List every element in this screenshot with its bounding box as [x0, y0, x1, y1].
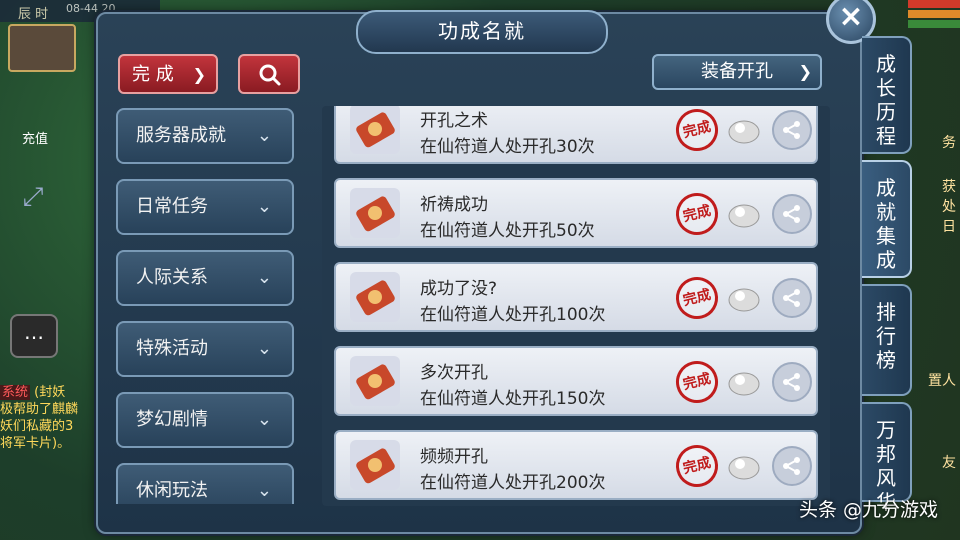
category-list[interactable]: 服务器成就 ⌄ 日常任务 ⌄ 人际关系 ⌄ 特殊活动 ⌄ 梦幻剧情 ⌄ 休闲玩法…: [116, 108, 296, 504]
category-label: 服务器成就: [136, 125, 226, 146]
completed-stamp-icon: 完成: [671, 272, 723, 324]
filter-dropdown[interactable]: 完 成 ❯: [118, 54, 218, 94]
achievement-name: 祈祷成功: [420, 195, 488, 215]
chevron-down-icon: ❯: [798, 62, 812, 81]
share-icon: [783, 457, 800, 475]
scroll-icon: [350, 188, 400, 238]
category-label: 特殊活动: [136, 338, 208, 359]
bg-text: 友: [942, 455, 956, 471]
achievement-desc: 在仙符道人处开孔50次: [420, 221, 595, 241]
tab-achievement-collection[interactable]: 成就集成: [862, 160, 912, 278]
close-icon: ×: [838, 0, 864, 34]
pearl-icon: [728, 288, 760, 312]
category-item[interactable]: 日常任务 ⌄: [116, 179, 294, 235]
pearl-icon: [728, 456, 760, 480]
scroll-icon: [350, 356, 400, 406]
category-item[interactable]: 人际关系 ⌄: [116, 250, 294, 306]
system-line: 极帮助了麒麟: [0, 402, 79, 417]
tab-wanbang-fenghua[interactable]: 万邦风华: [862, 402, 912, 514]
category-item[interactable]: 梦幻剧情 ⌄: [116, 392, 294, 448]
status-bars: [908, 0, 960, 36]
game-clock-label: 辰 时: [18, 7, 49, 22]
system-tag: 系统: [0, 385, 31, 400]
share-icon: [783, 373, 800, 391]
tab-leaderboard[interactable]: 排行榜: [862, 284, 912, 396]
achievement-desc: 在仙符道人处开孔200次: [420, 473, 606, 493]
tab-growth-history[interactable]: 成长历程: [862, 36, 912, 154]
bg-text: 获: [942, 179, 956, 195]
scroll-icon: [350, 440, 400, 490]
category-label: 休闲玩法: [136, 480, 208, 501]
achievement-desc: 在仙符道人处开孔30次: [420, 137, 595, 157]
achievement-card: 成功了没? 在仙符道人处开孔100次 完成: [334, 262, 818, 332]
tab-label: 成就集成: [876, 176, 896, 272]
panel-title: 功成名就: [356, 10, 608, 54]
system-line: 妖们私藏的3: [0, 419, 74, 434]
search-icon: [259, 64, 281, 86]
chevron-down-icon: ❯: [192, 65, 206, 84]
pearl-icon: [728, 120, 760, 144]
chat-icon[interactable]: [10, 314, 58, 358]
achievement-card: 祈祷成功 在仙符道人处开孔50次 完成: [334, 178, 818, 248]
share-button[interactable]: [772, 446, 812, 486]
scroll-icon: [350, 106, 400, 154]
share-button[interactable]: [772, 278, 812, 318]
category-label: 日常任务: [136, 196, 208, 217]
pearl-icon: [728, 204, 760, 228]
category-label: 人际关系: [136, 267, 208, 288]
chevron-down-icon: ⌄: [256, 196, 272, 217]
recharge-label[interactable]: 充值: [22, 128, 48, 147]
category-item[interactable]: 服务器成就 ⌄: [116, 108, 294, 164]
system-line: 将军卡片)。: [0, 436, 71, 451]
bg-text: 日: [942, 219, 956, 235]
achievement-desc: 在仙符道人处开孔100次: [420, 305, 606, 325]
achievement-desc: 在仙符道人处开孔150次: [420, 389, 606, 409]
system-line: (封妖: [34, 385, 66, 400]
system-chat-log: 系统 (封妖 极帮助了麒麟 妖们私藏的3 将军卡片)。: [0, 384, 92, 452]
achievement-card: 开孔之术 在仙符道人处开孔30次 完成: [334, 106, 818, 164]
share-icon: [783, 121, 800, 139]
equip-socket-label: 装备开孔: [701, 61, 773, 82]
achievement-name: 开孔之术: [420, 111, 488, 131]
achievement-card: 频频开孔 在仙符道人处开孔200次 完成: [334, 430, 818, 500]
equip-socket-dropdown[interactable]: 装备开孔 ❯: [652, 54, 822, 90]
completed-stamp-icon: 完成: [671, 356, 723, 408]
share-icon: [783, 289, 800, 307]
chevron-down-icon: ⌄: [256, 267, 272, 288]
bg-text: 处: [942, 199, 956, 215]
share-button[interactable]: [772, 110, 812, 150]
completed-stamp-icon: 完成: [671, 188, 723, 240]
achievement-list[interactable]: 开孔之术 在仙符道人处开孔30次 完成 祈祷成功 在仙符道人处开孔50次 完成 …: [322, 106, 830, 506]
completed-stamp-icon: 完成: [671, 440, 723, 492]
share-icon: [783, 205, 800, 223]
chevron-down-icon: ⌄: [256, 409, 272, 430]
watermark-text: 头条 @九分游戏: [798, 499, 938, 521]
category-label: 梦幻剧情: [136, 409, 208, 430]
achievement-card: 多次开孔 在仙符道人处开孔150次 完成: [334, 346, 818, 416]
bg-text: 置人: [928, 373, 956, 389]
chevron-down-icon: ⌄: [256, 338, 272, 359]
search-button[interactable]: [238, 54, 300, 94]
chevron-down-icon: ⌄: [256, 480, 272, 501]
filter-label: 完 成: [132, 64, 174, 85]
share-button[interactable]: [772, 194, 812, 234]
achievement-name: 频频开孔: [420, 447, 488, 467]
share-button[interactable]: [772, 362, 812, 402]
scroll-icon: [350, 272, 400, 322]
expand-icon[interactable]: ⤢: [16, 182, 50, 216]
achievement-name: 成功了没?: [420, 279, 498, 299]
completed-stamp-icon: 完成: [671, 106, 723, 156]
chevron-down-icon: ⌄: [256, 125, 272, 146]
bg-text: 务: [942, 135, 956, 151]
tab-label: 成长历程: [876, 52, 896, 148]
town-building-icon[interactable]: [8, 24, 76, 72]
pearl-icon: [728, 372, 760, 396]
category-item[interactable]: 休闲玩法 ⌄: [116, 463, 294, 504]
achievement-name: 多次开孔: [420, 363, 488, 383]
tab-label: 排行榜: [876, 300, 896, 372]
category-item[interactable]: 特殊活动 ⌄: [116, 321, 294, 377]
